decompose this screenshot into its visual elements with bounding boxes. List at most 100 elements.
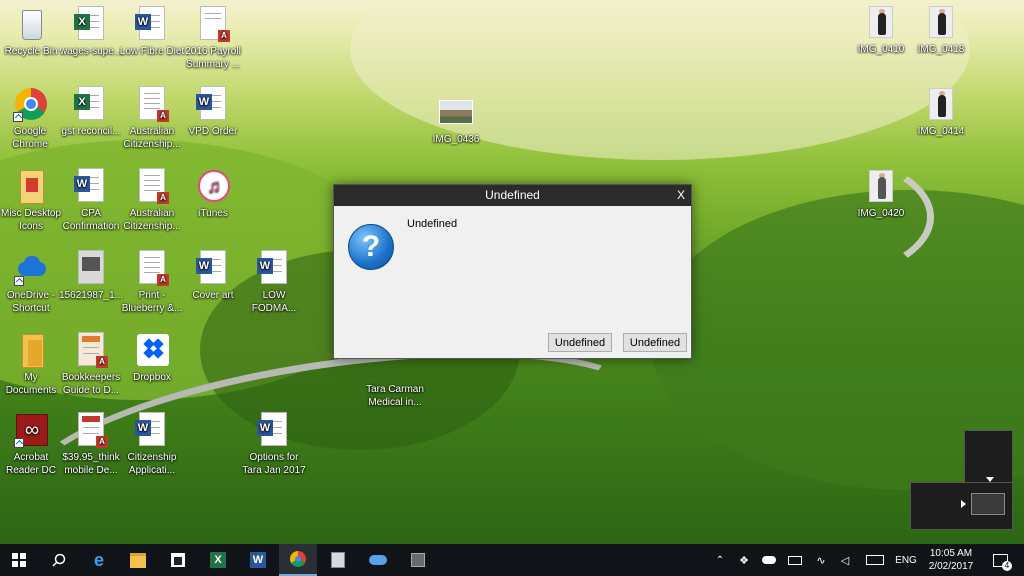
taskbar-file-explorer[interactable]: [119, 544, 157, 576]
icon-label: CPA Confirmation: [62, 208, 120, 232]
dialog-title: Undefined: [485, 188, 540, 202]
tray-overflow-flyout: [910, 430, 1013, 530]
landscape-photo-icon: [439, 94, 473, 130]
desktop-icon-img-0436[interactable]: IMG_0436: [423, 94, 489, 146]
icon-label: Acrobat Reader DC: [5, 452, 57, 476]
desktop-icon-img-0410[interactable]: IMG_0410: [848, 4, 914, 56]
taskbar-excel[interactable]: X: [199, 544, 237, 576]
desktop-icon-google-chrome[interactable]: Google Chrome: [0, 86, 63, 151]
taskbar: e X W ⌃ ❖ ∿ ◁ ENG 10:05 AM 2/02/2017 4: [0, 544, 1024, 576]
dialog-title-bar[interactable]: Undefined X: [334, 185, 691, 206]
icon-label: Print - Blueberry &...: [121, 290, 183, 314]
cloud-icon: [762, 556, 776, 564]
desktop-icon-acrobat-reader[interactable]: ∞ Acrobat Reader DC: [0, 412, 64, 477]
desktop-icon-wages-super[interactable]: X wages-supe...: [58, 6, 124, 58]
desktop-icon-citizenship-application[interactable]: W Citizenship Applicati...: [119, 412, 185, 477]
taskbar-app-2[interactable]: [399, 544, 437, 576]
action-center-button[interactable]: 4: [986, 544, 1014, 576]
chevron-right-icon[interactable]: [961, 500, 966, 508]
tray-volume[interactable]: ◁: [836, 544, 854, 576]
desktop-icon-misc-desktop-icons[interactable]: Misc Desktop Icons: [0, 168, 64, 233]
desktop-icon-print-blueberry[interactable]: A Print - Blueberry &...: [119, 250, 185, 315]
clock-time: 10:05 AM: [929, 548, 973, 559]
desktop-icon-options-for-tara[interactable]: W Options for Tara Jan 2017: [241, 412, 307, 477]
icon-label: $39.95_think mobile De...: [62, 452, 120, 476]
tray-dropbox[interactable]: ❖: [736, 544, 752, 576]
pdf-file-icon: A: [135, 250, 169, 286]
tray-keyboard[interactable]: [864, 544, 886, 576]
tray-network[interactable]: ∿: [812, 544, 830, 576]
desktop-icon-onedrive[interactable]: OneDrive - Shortcut: [0, 250, 64, 315]
image-document-icon: [74, 250, 108, 286]
icon-label: OneDrive - Shortcut: [6, 290, 56, 314]
desktop-icon-img-0420[interactable]: IMG_0420: [848, 168, 914, 220]
excel-file-icon: X: [74, 6, 108, 42]
taskbar-edge[interactable]: e: [80, 544, 118, 576]
word-file-icon: W: [74, 168, 108, 204]
desktop-icon-cover-art[interactable]: W Cover art: [180, 250, 246, 302]
photo-thumbnail-icon: [864, 168, 898, 204]
tray-onedrive[interactable]: [760, 544, 778, 576]
desktop-background: Recycle Bin Google Chrome Misc Desktop I…: [0, 0, 1024, 544]
desktop-icon-recycle-bin[interactable]: Recycle Bin: [0, 6, 64, 58]
start-button[interactable]: [0, 544, 38, 576]
desktop-icon-file-15621987[interactable]: 15621987_1...: [58, 250, 124, 302]
question-icon: ?: [348, 224, 394, 270]
desktop-icon-think-mobile[interactable]: A $39.95_think mobile De...: [58, 412, 124, 477]
word-file-icon: W: [196, 250, 230, 286]
taskbar-app[interactable]: [319, 544, 357, 576]
icon-label: wages-supe...: [59, 46, 123, 57]
dialog-button-1[interactable]: Undefined: [548, 333, 612, 352]
icon-label: 2016 Payroll Summary ...: [185, 46, 241, 70]
taskbar-chrome[interactable]: [279, 544, 317, 576]
excel-file-icon: X: [74, 86, 108, 122]
word-icon: W: [250, 552, 266, 568]
recycle-bin-icon: [14, 6, 48, 42]
desktop-icon-img-0414[interactable]: IMG_0414: [908, 86, 974, 138]
search-button[interactable]: [40, 544, 78, 576]
desktop-icon-dropbox[interactable]: Dropbox: [119, 332, 185, 384]
word-file-icon: W: [257, 412, 291, 448]
acrobat-icon: ∞: [14, 412, 48, 448]
clock[interactable]: 10:05 AM 2/02/2017: [922, 544, 980, 576]
icon-label: Options for Tara Jan 2017: [242, 452, 306, 476]
taskbar-onedrive[interactable]: [359, 544, 397, 576]
desktop-icon-gst-reconcil[interactable]: X gst reconcil...: [58, 86, 124, 138]
language-indicator[interactable]: ENG: [892, 544, 920, 576]
tray-battery[interactable]: [786, 544, 804, 576]
desktop-icon-australian-citizenship-1[interactable]: A Australian Citizenship...: [119, 86, 185, 151]
flyout-panel: [910, 482, 1013, 530]
dialog-button-2[interactable]: Undefined: [623, 333, 687, 352]
clock-date: 2/02/2017: [928, 561, 974, 572]
desktop-icon-payroll-summary[interactable]: A 2016 Payroll Summary ...: [180, 6, 246, 71]
desktop-icon-low-fodma[interactable]: W LOW FODMA...: [241, 250, 307, 315]
desktop-icon-my-documents[interactable]: My Documents: [0, 332, 64, 397]
pdf-file-icon: A: [196, 6, 230, 42]
dialog-close-button[interactable]: X: [671, 185, 691, 206]
icon-label: Dropbox: [133, 372, 171, 383]
tray-overflow-button[interactable]: ⌃: [712, 544, 728, 576]
taskbar-store[interactable]: [159, 544, 197, 576]
dropbox-icon: [135, 332, 169, 368]
desktop-icon-itunes[interactable]: ♫ iTunes: [180, 168, 246, 220]
desktop-icon-bookkeepers-guide[interactable]: A Bookkeepers Guide to D...: [58, 332, 124, 397]
desktop-icon-vpd-order[interactable]: W VPD Order: [180, 86, 246, 138]
pdf-file-icon: A: [135, 168, 169, 204]
desktop-icon-cpa-confirmation[interactable]: W CPA Confirmation: [58, 168, 124, 233]
icon-label: iTunes: [198, 208, 228, 219]
desktop-icon-low-fibre-diet[interactable]: W Low Fibre Diet: [119, 6, 185, 58]
icon-label: IMG_0436: [432, 134, 480, 145]
word-file-icon: W: [135, 412, 169, 448]
icon-label: IMG_0420: [857, 208, 905, 219]
taskbar-word[interactable]: W: [239, 544, 277, 576]
icon-label: Cover art: [192, 290, 234, 301]
folder-icon: [130, 552, 146, 568]
photo-thumbnail-icon: [924, 4, 958, 40]
desktop-icon-australian-citizenship-2[interactable]: A Australian Citizenship...: [119, 168, 185, 233]
pdf-file-icon: A: [74, 412, 108, 448]
search-icon: [52, 553, 66, 567]
battery-icon: [788, 555, 802, 565]
desktop-icon-img-0418[interactable]: IMG_0418: [908, 4, 974, 56]
keyboard-icon[interactable]: [971, 493, 1005, 515]
windows-logo-icon: [12, 553, 26, 567]
